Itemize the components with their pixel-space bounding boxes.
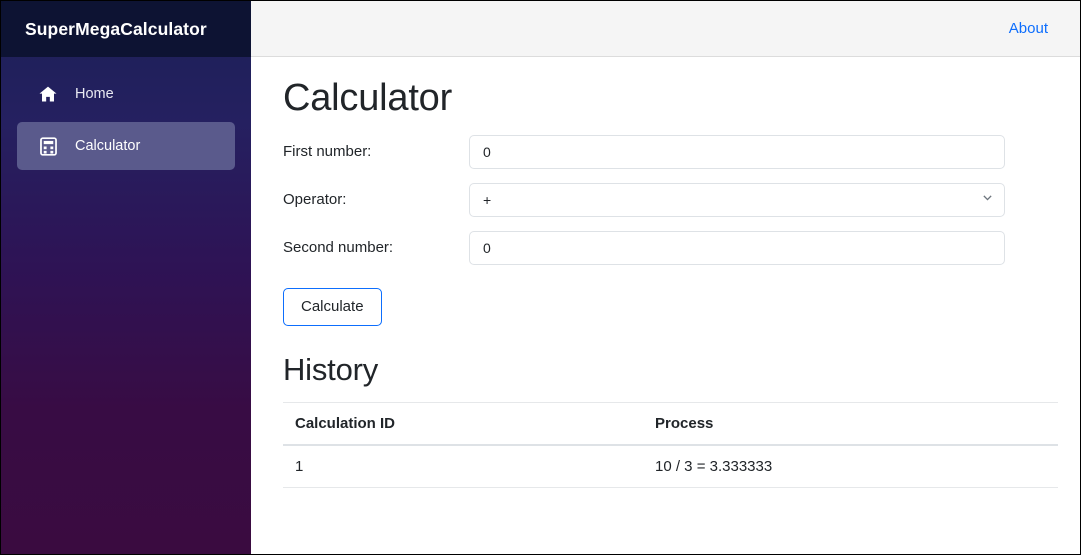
main-content: Calculator First number: Operator: + — [251, 57, 1080, 554]
about-link[interactable]: About — [1009, 20, 1048, 37]
operator-label: Operator: — [283, 191, 347, 209]
second-number-input[interactable] — [469, 230, 1005, 265]
history-header-row: Calculation ID Process — [283, 401, 1058, 446]
calculator-icon — [37, 135, 59, 157]
sidebar-item-calculator-label: Calculator — [75, 137, 141, 154]
first-number-label: First number: — [283, 143, 372, 161]
sidebar-item-home[interactable]: Home — [17, 70, 235, 118]
history-table: Calculation ID Process 1 10 / 3 = 3.3333… — [283, 401, 1058, 488]
operator-select[interactable]: + — [469, 182, 1005, 217]
operator-row: Operator: + — [283, 182, 1056, 217]
history-table-body: 1 10 / 3 = 3.333333 — [283, 444, 1058, 488]
sidebar-item-calculator[interactable]: Calculator — [17, 122, 235, 170]
second-number-row: Second number: — [283, 230, 1056, 265]
page-title: Calculator — [283, 77, 453, 119]
brand-header: SuperMegaCalculator — [1, 1, 251, 57]
second-number-label: Second number: — [283, 239, 394, 257]
operator-select-wrap: + — [469, 182, 1005, 217]
calculate-button[interactable]: Calculate — [283, 287, 382, 326]
history-table-head: Calculation ID Process — [283, 401, 1058, 446]
brand-title: SuperMegaCalculator — [25, 18, 207, 39]
operator-select-value: + — [483, 191, 492, 208]
sidebar-nav: Home Calculator — [1, 57, 251, 170]
topbar: About — [251, 1, 1080, 57]
column-header-calculation-id: Calculation ID — [283, 401, 643, 446]
cell-process: 10 / 3 = 3.333333 — [643, 444, 1058, 488]
table-row: 1 10 / 3 = 3.333333 — [283, 444, 1058, 488]
first-number-row: First number: — [283, 134, 1056, 169]
history-title: History — [283, 351, 379, 387]
first-number-input[interactable] — [469, 134, 1005, 169]
sidebar-item-home-label: Home — [75, 85, 114, 102]
app-window: SuperMegaCalculator Home Calculator Abou… — [0, 0, 1081, 555]
sidebar: SuperMegaCalculator Home Calculator — [1, 1, 251, 554]
content-pane: About Calculator First number: Operator:… — [251, 1, 1080, 554]
home-icon — [37, 83, 59, 105]
column-header-process: Process — [643, 401, 1058, 446]
cell-calculation-id: 1 — [283, 444, 643, 488]
